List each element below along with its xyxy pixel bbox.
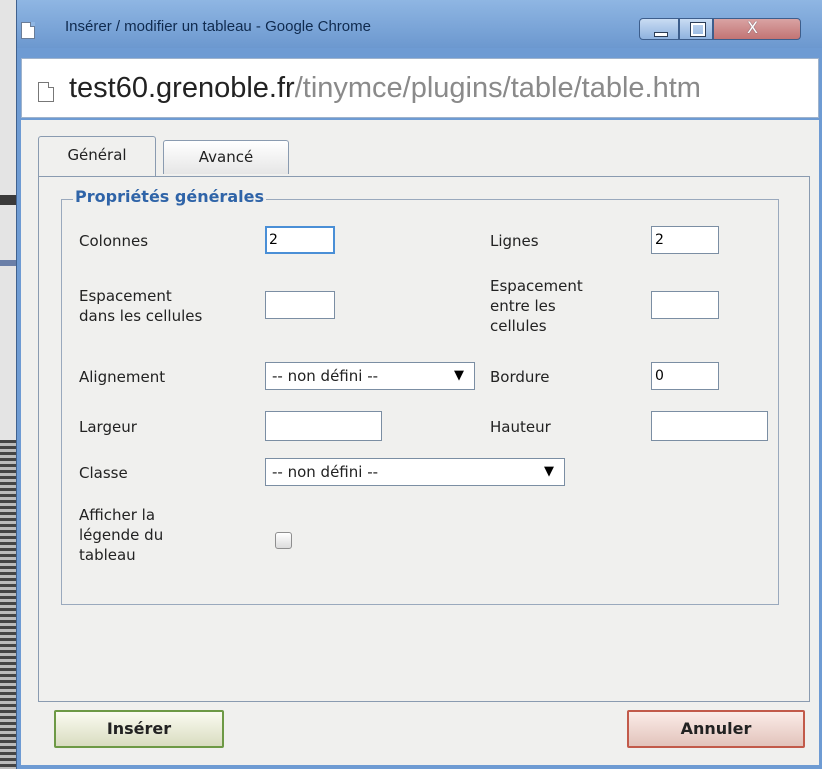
minimize-button[interactable] (639, 18, 679, 40)
close-button[interactable]: X (713, 18, 801, 40)
alignement-label: Alignement (79, 368, 166, 386)
alignement-select[interactable]: -- non défini -- ▼ (265, 362, 475, 390)
bordure-input[interactable]: 0 (651, 362, 719, 390)
lignes-input[interactable]: 2 (651, 226, 719, 254)
cellpadding-input[interactable] (265, 291, 335, 319)
fieldset-legend: Propriétés générales (73, 187, 266, 206)
cellpadding-label-line2: dans les cellules (79, 307, 203, 325)
url-text: test60.grenoble.fr/tinymce/plugins/table… (69, 72, 701, 105)
chevron-down-icon: ▼ (454, 368, 464, 383)
background-speck (0, 260, 16, 266)
largeur-label: Largeur (79, 418, 137, 436)
background-page-edge (0, 0, 16, 769)
background-speck (0, 440, 16, 769)
chevron-down-icon: ▼ (544, 464, 554, 479)
tab-general[interactable]: Général (38, 136, 156, 176)
cellspacing-label-line1: Espacement (490, 277, 583, 295)
general-properties-fieldset (61, 199, 779, 605)
maximize-button[interactable] (679, 18, 713, 40)
dialog-content: Général Avancé Propriétés générales Colo… (21, 120, 819, 765)
background-speck (0, 195, 16, 205)
bordure-label: Bordure (490, 368, 550, 386)
classe-label: Classe (79, 464, 128, 482)
minimize-icon (654, 32, 668, 37)
caption-label-line1: Afficher la (79, 506, 156, 524)
url-host: test60.grenoble.fr (69, 72, 295, 104)
alignement-selected-value: -- non défini -- (272, 367, 379, 385)
colonnes-label: Colonnes (79, 232, 149, 250)
title-bar[interactable]: Insérer / modifier un tableau - Google C… (17, 0, 822, 48)
caption-label-line2: légende du (79, 526, 164, 544)
tab-strip: Général Avancé (38, 136, 788, 176)
classe-selected-value: -- non défini -- (272, 463, 379, 481)
chrome-popup-window: Insérer / modifier un tableau - Google C… (16, 0, 822, 769)
cellspacing-label-line2: entre les (490, 297, 556, 315)
cancel-button[interactable]: Annuler (627, 710, 805, 748)
hauteur-input[interactable] (651, 411, 768, 441)
window-controls: X (639, 18, 822, 42)
page-document-icon (38, 82, 54, 102)
close-icon: X (747, 18, 758, 37)
window-title: Insérer / modifier un tableau - Google C… (65, 18, 371, 35)
caption-label-line3: tableau (79, 546, 136, 564)
page-icon (21, 22, 35, 39)
caption-checkbox[interactable] (275, 532, 292, 549)
cellpadding-label-line1: Espacement (79, 287, 172, 305)
largeur-input[interactable] (265, 411, 382, 441)
tab-panel-general: Propriétés générales Colonnes 2 Lignes 2… (38, 176, 810, 702)
tab-avance[interactable]: Avancé (163, 140, 289, 174)
cellspacing-input[interactable] (651, 291, 719, 319)
classe-select[interactable]: -- non défini -- ▼ (265, 458, 565, 486)
maximize-icon (690, 22, 706, 37)
lignes-label: Lignes (490, 232, 539, 250)
colonnes-input[interactable]: 2 (265, 226, 335, 254)
url-path: /tinymce/plugins/table/table.htm (294, 72, 701, 104)
hauteur-label: Hauteur (490, 418, 551, 436)
insert-button[interactable]: Insérer (54, 710, 224, 748)
address-bar[interactable]: test60.grenoble.fr/tinymce/plugins/table… (21, 58, 819, 118)
cellspacing-label-line3: cellules (490, 317, 547, 335)
